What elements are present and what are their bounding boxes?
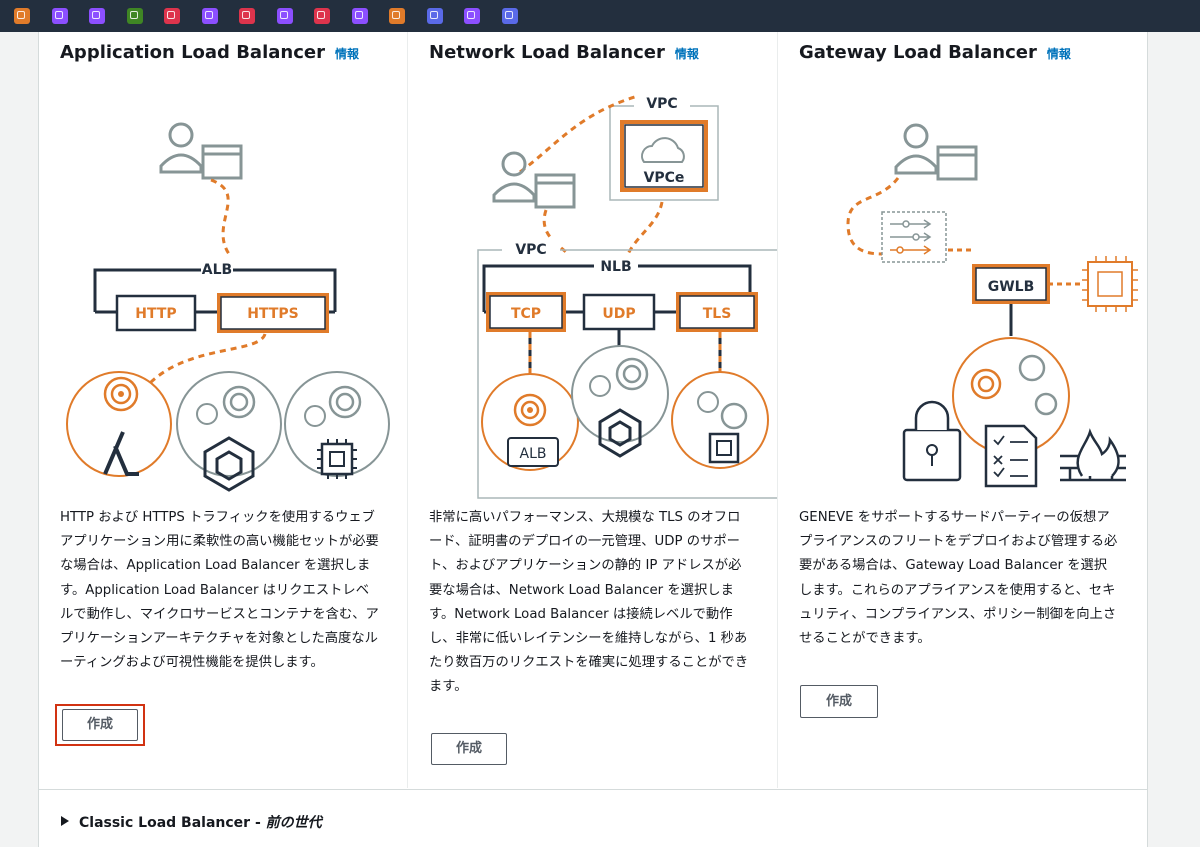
service-icon-8[interactable]	[276, 8, 293, 24]
routing-table-icon	[881, 211, 947, 263]
vpce-label: VPCe	[644, 170, 685, 186]
compliance-checklist-icon	[984, 424, 1038, 488]
nlb-group-label: NLB	[600, 259, 631, 275]
info-link[interactable]: 情報	[1047, 47, 1071, 61]
classic-load-balancer-expander[interactable]: Classic Load Balancer - 前の世代	[61, 812, 322, 832]
service-icon-6[interactable]	[201, 8, 218, 24]
service-icon-12[interactable]	[426, 8, 443, 24]
gwlb-diagram: GWLB	[846, 123, 1138, 488]
instance-target-group	[284, 371, 390, 479]
tcp-protocol-label: TCP	[511, 306, 541, 322]
section-divider	[39, 789, 1147, 790]
lock-icon	[902, 400, 962, 482]
udp-protocol-label: UDP	[602, 306, 635, 322]
info-link[interactable]: 情報	[675, 47, 699, 61]
https-protocol-label: HTTPS	[247, 306, 298, 322]
service-icon-1[interactable]	[14, 8, 30, 24]
vpc-label: VPC	[515, 242, 546, 258]
card-description: HTTP および HTTPS トラフィックを使用するウェブアプリケーション用に柔…	[60, 510, 379, 671]
alb-group-label: ALB	[202, 262, 232, 278]
card-description: 非常に高いパフォーマンス、大規模な TLS のオフロード、証明書のデプロイの一元…	[429, 510, 749, 695]
user-browser-icon	[492, 151, 576, 209]
lambda-service-icon[interactable]	[389, 8, 405, 24]
card-title: Application Load Balancer 情報	[60, 42, 359, 63]
card-network-load-balancer: Network Load Balancer 情報 VPC VPCe VPC NL…	[408, 32, 777, 788]
info-link[interactable]: 情報	[335, 47, 359, 61]
gwlb-label: GWLB	[988, 279, 1035, 295]
create-gwlb-button[interactable]: 作成	[800, 685, 878, 718]
vpc-endpoint-vpc-label: VPC	[646, 96, 677, 112]
card-title: Network Load Balancer 情報	[429, 42, 699, 63]
tls-protocol-label: TLS	[703, 306, 732, 322]
user-browser-icon	[894, 123, 978, 181]
alb-target-label: ALB	[520, 446, 547, 462]
service-icon-14[interactable]	[501, 8, 518, 24]
lambda-target-group	[66, 371, 172, 477]
card-description: GENEVE をサポートするサードパーティーの仮想アプライアンスのフリートをデプ…	[799, 510, 1118, 647]
nlb-diagram: VPC VPCe VPC NLB TCP UDP TLS ALB	[477, 92, 777, 499]
service-icon-5[interactable]	[164, 8, 180, 24]
service-icon-13[interactable]	[464, 8, 480, 24]
appliance-chip-icon	[1082, 256, 1138, 312]
service-icon-9[interactable]	[314, 8, 330, 24]
card-gateway-load-balancer: Gateway Load Balancer 情報 GWLB GENEVE をサポ…	[778, 32, 1147, 788]
service-icon-7[interactable]	[239, 8, 255, 24]
http-protocol-label: HTTP	[135, 306, 176, 322]
card-title: Gateway Load Balancer 情報	[799, 42, 1071, 63]
service-icon-2[interactable]	[51, 8, 68, 24]
create-nlb-button[interactable]: 作成	[431, 733, 507, 765]
load-balancer-type-panel: Application Load Balancer 情報 ALB HTTP HTT…	[38, 32, 1148, 847]
top-navigation-bar	[0, 0, 1200, 32]
container-target-group	[571, 345, 669, 458]
create-alb-button[interactable]: 作成	[62, 709, 138, 741]
service-icon-4[interactable]	[126, 8, 143, 24]
firewall-icon	[1060, 428, 1126, 482]
expand-triangle-icon	[61, 816, 69, 826]
card-application-load-balancer: Application Load Balancer 情報 ALB HTTP HTT…	[39, 32, 408, 788]
alb-diagram: ALB HTTP HTTPS	[66, 122, 390, 492]
alb-target-group: ALB	[481, 373, 579, 471]
instance-target-group	[671, 371, 769, 469]
service-icon-10[interactable]	[351, 8, 368, 24]
service-icon-3[interactable]	[89, 8, 105, 24]
user-browser-icon	[159, 122, 243, 180]
container-target-group	[176, 371, 282, 492]
